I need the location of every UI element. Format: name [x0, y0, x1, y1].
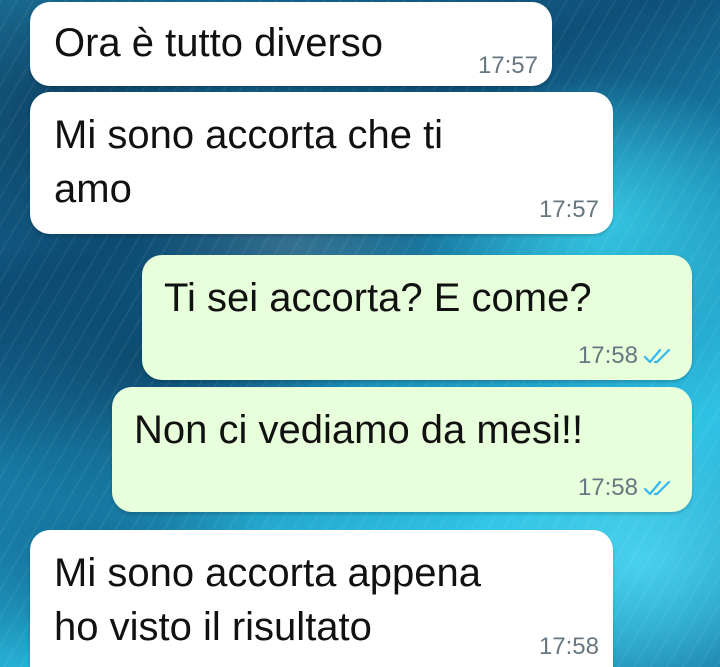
message-meta: 17:58 — [539, 633, 599, 661]
message-bubble-outgoing[interactable]: Ti sei accorta? E come? 17:58 — [142, 255, 692, 380]
double-check-read-icon — [644, 480, 671, 496]
message-text-line-1: Mi sono accorta che ti — [54, 113, 444, 157]
message-meta: 17:57 — [478, 52, 538, 80]
message-timestamp: 17:58 — [577, 342, 638, 369]
message-meta: 17:58 — [578, 474, 674, 502]
double-check-read-icon — [644, 348, 671, 364]
message-timestamp: 17:57 — [538, 196, 599, 223]
message-text: Non ci vediamo da mesi!! — [134, 408, 584, 452]
message-meta: 17:57 — [539, 196, 599, 224]
message-text: Ora è tutto diverso — [54, 21, 384, 65]
message-bubble-outgoing[interactable]: Non ci vediamo da mesi!! 17:58 — [112, 387, 692, 512]
message-timestamp: 17:58 — [577, 474, 638, 501]
message-meta: 17:58 — [578, 342, 674, 370]
message-bubble-incoming[interactable]: Ora è tutto diverso 17:57 — [30, 2, 552, 86]
message-bubble-incoming[interactable]: Mi sono accorta che ti amo 17:57 — [30, 92, 613, 234]
message-text: Ti sei accorta? E come? — [164, 276, 592, 320]
message-text-line-2: ho visto il risultato — [54, 605, 372, 649]
message-bubble-incoming[interactable]: Mi sono accorta appena ho visto il risul… — [30, 530, 613, 667]
message-timestamp: 17:57 — [477, 52, 538, 79]
message-text-line-2: amo — [54, 167, 132, 211]
message-text-line-1: Mi sono accorta appena — [54, 551, 481, 595]
message-timestamp: 17:58 — [538, 633, 599, 660]
